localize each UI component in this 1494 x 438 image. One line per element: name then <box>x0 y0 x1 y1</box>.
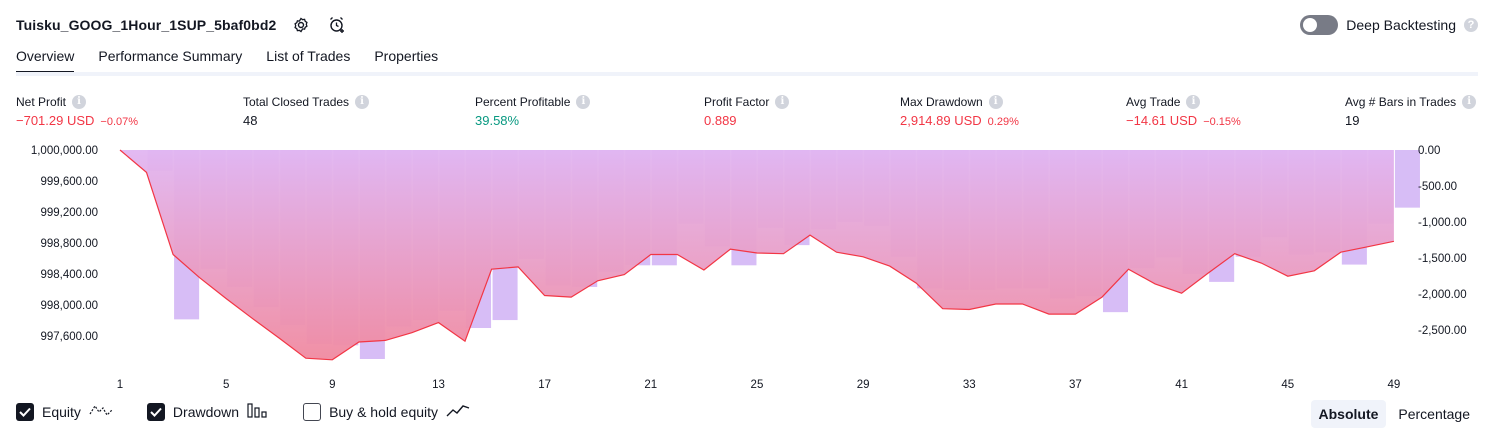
x-tick-label: 13 <box>432 379 445 391</box>
left-tick-label: 998,400.00 <box>40 269 98 281</box>
buy-hold-line-icon <box>446 402 470 421</box>
drawdown-bars-icon <box>247 402 269 421</box>
metric-value: −14.61 USD <box>1126 113 1198 128</box>
metric-percent: 0.29% <box>987 116 1019 128</box>
metric-profit-factor: Profit Factor i 0.889 <box>704 93 790 128</box>
right-tick-label: -500.00 <box>1418 181 1457 193</box>
right-tick-label: -1,000.00 <box>1418 217 1467 229</box>
left-tick-label: 999,600.00 <box>40 176 98 188</box>
legend-buy-hold[interactable]: Buy & hold equity <box>303 402 470 421</box>
metric-max-drawdown: Max Drawdown i 2,914.89 USD 0.29% <box>900 93 1019 128</box>
scale-toggle: Absolute Percentage <box>1310 400 1479 428</box>
absolute-button[interactable]: Absolute <box>1310 400 1387 428</box>
x-tick-label: 5 <box>223 379 229 391</box>
legend-drawdown[interactable]: Drawdown <box>146 402 269 421</box>
tab-divider <box>16 72 1478 76</box>
metric-avg-trade: Avg Trade i −14.61 USD −0.15% <box>1126 93 1241 128</box>
metric-label: Profit Factor <box>704 94 770 109</box>
tab-properties[interactable]: Properties <box>374 44 438 74</box>
metric-value: 19 <box>1345 113 1360 128</box>
strategy-header: Tuisku_GOOG_1Hour_1SUP_5baf0bd2 <box>16 12 348 38</box>
legend-equity[interactable]: Equity <box>16 402 113 421</box>
metric-label: Max Drawdown <box>900 94 983 109</box>
toggle-knob <box>1303 18 1318 32</box>
metric-value: 48 <box>243 113 258 128</box>
x-tick-label: 41 <box>1175 379 1188 391</box>
left-tick-label: 999,200.00 <box>40 207 98 219</box>
metric-total-closed-trades: Total Closed Trades i 48 <box>243 93 370 128</box>
equity-line-icon <box>89 402 113 421</box>
legend-label: Equity <box>42 403 81 420</box>
strategy-name: Tuisku_GOOG_1Hour_1SUP_5baf0bd2 <box>16 17 277 33</box>
x-tick-label: 25 <box>751 379 764 391</box>
x-tick-label: 1 <box>117 379 123 391</box>
metric-label: Net Profit <box>16 94 67 109</box>
buy-hold-checkbox[interactable] <box>303 402 322 421</box>
left-tick-label: 1,000,000.00 <box>31 145 98 157</box>
drawdown-checkbox[interactable] <box>146 402 165 421</box>
metric-value: 2,914.89 USD <box>900 113 982 128</box>
metric-value: 39.58% <box>475 113 520 128</box>
info-icon[interactable]: i <box>1462 94 1477 109</box>
tab-performance-summary[interactable]: Performance Summary <box>98 44 242 74</box>
info-icon[interactable]: i <box>1186 94 1201 109</box>
x-axis: 1 5 9 13 17 21 25 29 33 37 41 45 49 <box>117 379 1401 391</box>
tab-list-of-trades[interactable]: List of Trades <box>266 44 350 74</box>
tab-overview[interactable]: Overview <box>16 44 75 74</box>
metric-percent-profitable: Percent Profitable i 39.58% <box>475 93 591 128</box>
left-tick-label: 998,000.00 <box>40 300 98 312</box>
legend-label: Drawdown <box>172 403 240 420</box>
equity-checkbox[interactable] <box>16 402 34 421</box>
percentage-button[interactable]: Percentage <box>1390 400 1478 428</box>
metric-label: Avg # Bars in Trades <box>1345 94 1457 109</box>
metric-label: Percent Profitable <box>475 94 571 109</box>
left-tick-label: 997,600.00 <box>40 331 98 343</box>
metric-percent: −0.07% <box>100 116 139 128</box>
x-tick-label: 21 <box>644 379 657 391</box>
right-tick-label: 0.00 <box>1418 145 1440 157</box>
metric-net-profit: Net Profit i −701.29 USD −0.07% <box>16 93 138 128</box>
x-tick-label: 45 <box>1281 379 1294 391</box>
x-tick-label: 49 <box>1388 379 1401 391</box>
right-axis: 0.00 -500.00 -1,000.00 -1,500.00 -2,000.00 -2… <box>1418 145 1467 337</box>
x-tick-label: 17 <box>538 379 551 391</box>
legend-label: Buy & hold equity <box>329 403 439 420</box>
x-tick-label: 9 <box>329 379 335 391</box>
metric-percent: −0.15% <box>1203 116 1241 128</box>
gear-icon[interactable] <box>290 14 312 36</box>
deep-backtesting-toggle[interactable] <box>1300 15 1339 35</box>
info-icon[interactable]: i <box>72 94 87 109</box>
tab-bar: Overview Performance Summary List of Tra… <box>16 44 438 74</box>
deep-backtesting: Deep Backtesting ? <box>1300 12 1478 38</box>
metric-avg-bars-in-trades: Avg # Bars in Trades i 19 <box>1345 93 1477 128</box>
x-tick-label: 33 <box>963 379 976 391</box>
right-tick-label: -2,500.00 <box>1418 325 1467 337</box>
x-tick-label: 29 <box>857 379 870 391</box>
chart-legend: Equity Drawdown Buy & hold equity <box>16 402 470 421</box>
metric-value: −701.29 USD <box>16 113 95 128</box>
metric-label: Total Closed Trades <box>243 94 350 109</box>
left-tick-label: 998,800.00 <box>40 238 98 250</box>
x-tick-label: 37 <box>1069 379 1082 391</box>
right-tick-label: -1,500.00 <box>1418 253 1467 265</box>
metric-value: 0.889 <box>704 113 737 128</box>
drawdown-bar <box>1394 150 1420 208</box>
deep-backtesting-label: Deep Backtesting <box>1346 17 1456 33</box>
left-axis: 1,000,000.00 999,600.00 999,200.00 998,800.… <box>31 145 98 343</box>
alarm-add-icon[interactable] <box>326 14 348 36</box>
equity-area <box>120 150 1394 360</box>
equity-chart[interactable]: 1,000,000.00 999,600.00 999,200.00 998,800.… <box>0 135 1494 397</box>
right-tick-label: -2,000.00 <box>1418 289 1467 301</box>
info-icon[interactable]: i <box>355 94 370 109</box>
info-icon[interactable]: i <box>576 94 591 109</box>
help-icon[interactable]: ? <box>1464 18 1478 32</box>
metric-label: Avg Trade <box>1126 94 1181 109</box>
info-icon[interactable]: i <box>988 94 1003 109</box>
info-icon[interactable]: i <box>775 94 790 109</box>
